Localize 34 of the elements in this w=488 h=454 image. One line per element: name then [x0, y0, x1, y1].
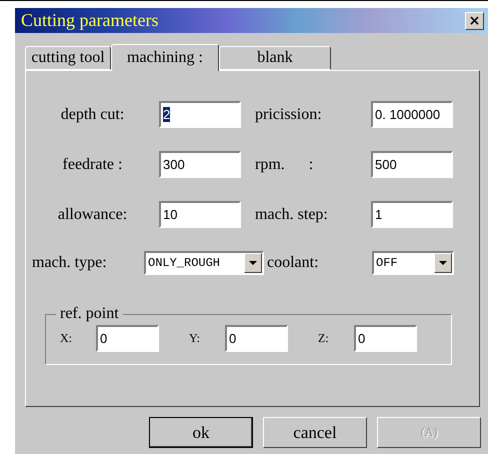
close-button[interactable]: ×: [465, 12, 484, 30]
coordinate-label: Y:: [189, 331, 201, 346]
field-label: pricission:: [254, 106, 322, 124]
dialog-button[interactable]: ok: [149, 417, 253, 448]
caret-icon: [439, 261, 447, 265]
field-label: allowance:: [58, 206, 128, 224]
tab[interactable]: machining :: [111, 44, 219, 71]
text-field[interactable]: 1: [371, 201, 453, 228]
coordinate-field[interactable]: 0: [96, 325, 159, 352]
group-title: ref. point: [59, 305, 120, 323]
text-field[interactable]: 10: [159, 201, 241, 228]
tab[interactable]: cutting tool: [25, 46, 111, 70]
tab[interactable]: blank: [219, 46, 331, 70]
coordinate-label: Z:: [318, 331, 330, 346]
field-label: depth cut:: [60, 106, 124, 124]
dropdown-arrow-button[interactable]: [434, 253, 452, 273]
dropdown-arrow-button[interactable]: [244, 253, 262, 273]
field-label: mach. step:: [254, 206, 328, 224]
text-field[interactable]: 300: [159, 151, 241, 178]
text-field[interactable]: 0. 1000000: [371, 101, 453, 128]
field-label: feedrate :: [62, 156, 122, 174]
coordinate-label: X:: [60, 331, 73, 346]
window-title: Cutting parameters: [21, 10, 158, 31]
caret-icon: [249, 261, 257, 265]
field-label: mach. type:: [32, 254, 108, 272]
coordinate-field[interactable]: 0: [354, 325, 417, 352]
dropdown[interactable]: OFF: [372, 251, 454, 275]
text-field[interactable]: 2: [159, 101, 241, 128]
text-field[interactable]: 500: [371, 151, 453, 178]
coordinate-field[interactable]: 0: [225, 325, 288, 352]
dropdown[interactable]: ONLY_ROUGH: [144, 251, 264, 275]
dialog-button[interactable]: cancel: [263, 417, 367, 448]
field-label: coolant:: [267, 254, 320, 272]
field-label: rpm. :: [254, 156, 314, 174]
